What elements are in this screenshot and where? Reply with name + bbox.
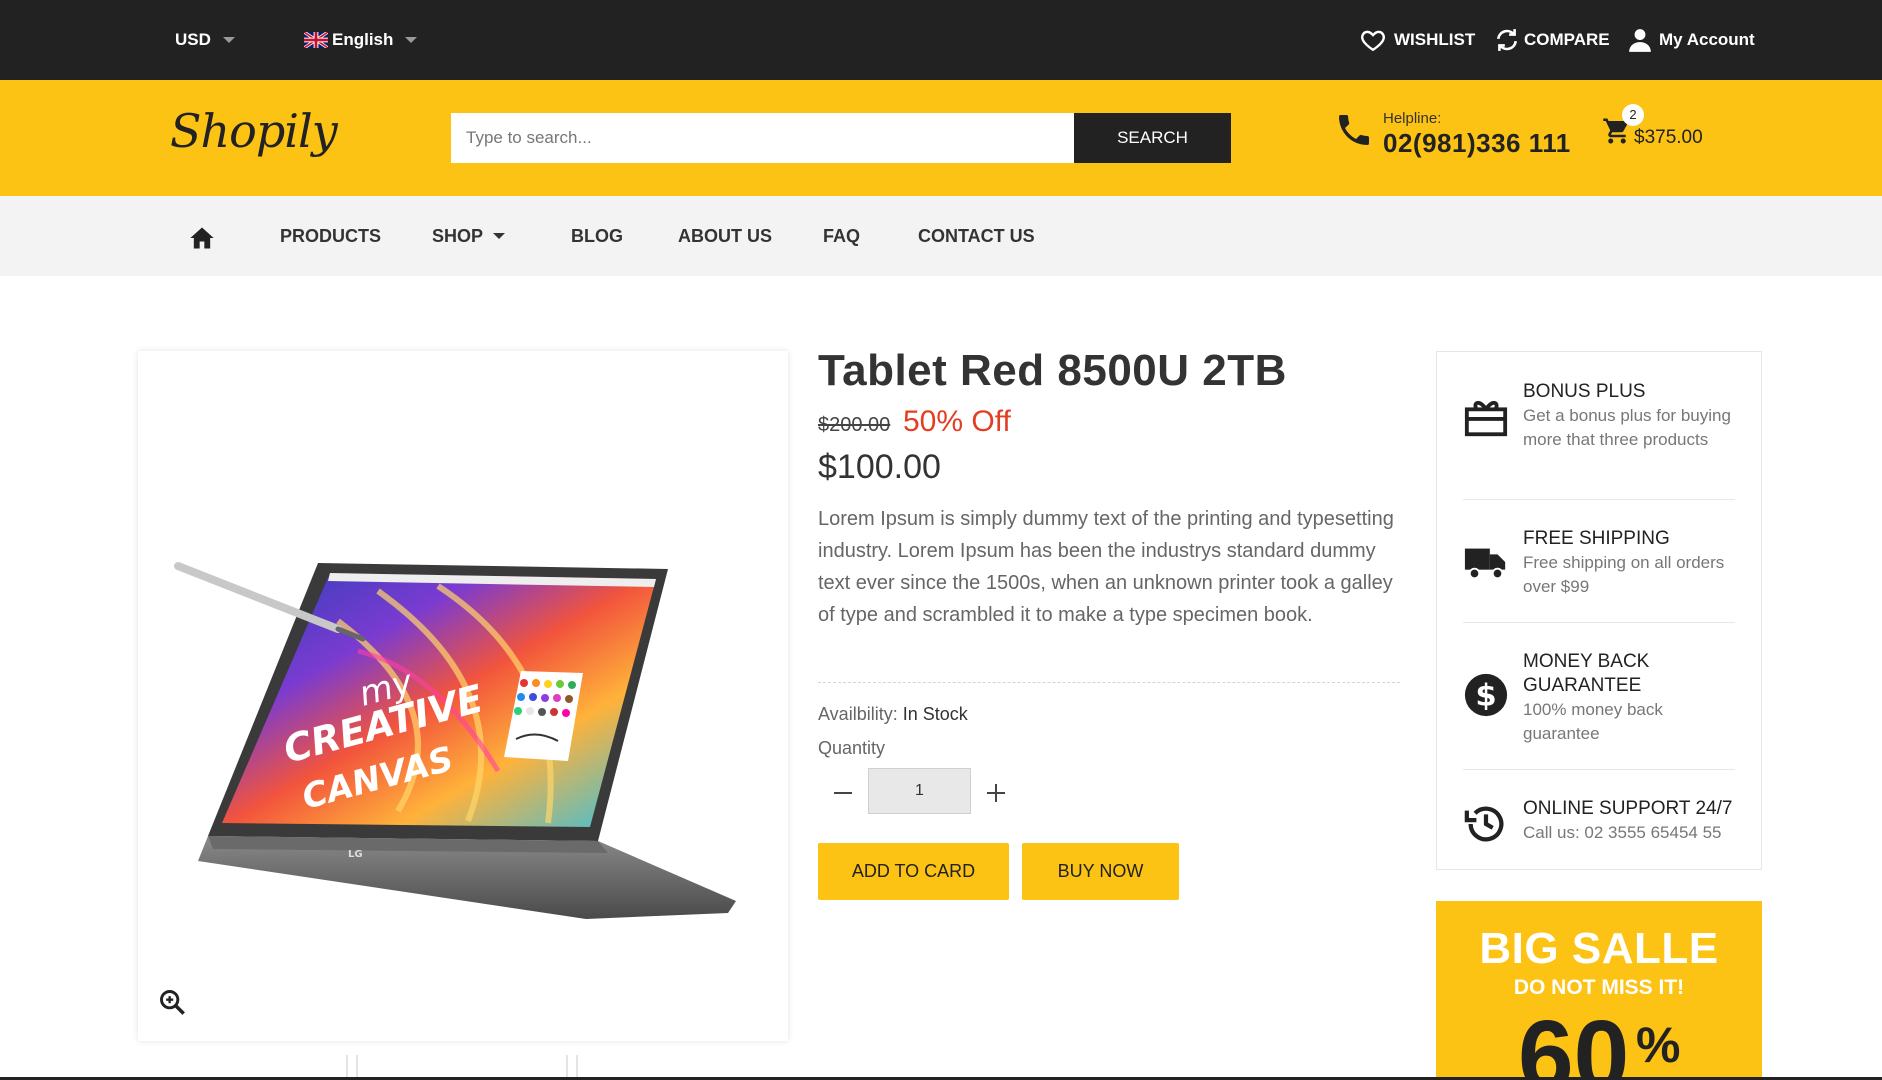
logo[interactable]: Shopily — [170, 104, 338, 158]
product-image-panel: my CREATIVE CANVAS LG — [138, 351, 788, 1041]
helpline-label: Helpline: — [1383, 110, 1442, 127]
nav-label: CONTACT US — [918, 225, 1035, 246]
heart-icon — [1361, 30, 1385, 52]
feature-text: Call us: 02 3555 65454 55 — [1523, 823, 1722, 842]
account-link[interactable]: My Account — [1627, 0, 1755, 80]
features-panel: BONUS PLUS Get a bonus plus for buying m… — [1436, 351, 1762, 870]
nav-label: PRODUCTS — [280, 225, 382, 246]
nav-item-products[interactable]: PRODUCTS — [280, 196, 381, 276]
language-selector[interactable]: English — [304, 0, 418, 80]
quantity-input[interactable] — [868, 768, 971, 814]
minus-icon — [834, 792, 852, 794]
nav-item-faq[interactable]: FAQ — [823, 196, 860, 276]
availability: Availbility: In Stock — [818, 704, 968, 725]
compare-label: COMPARE — [1524, 30, 1610, 49]
nav-label: SHOP — [432, 225, 484, 246]
chevron-down-icon — [405, 37, 418, 43]
cart-count-badge: 2 — [1622, 104, 1644, 126]
svg-text:$: $ — [1475, 679, 1496, 714]
account-label: My Account — [1659, 30, 1755, 49]
sale-title: BIG SALLE — [1479, 924, 1719, 973]
nav-label: ABOUT US — [678, 225, 772, 246]
add-to-cart-button[interactable]: ADD TO CARD — [818, 843, 1009, 900]
feature-text: Free shipping on all orders over $99 — [1523, 553, 1725, 596]
sale-subtitle: DO NOT MISS IT! — [1513, 976, 1685, 999]
plus-icon — [987, 784, 1005, 802]
main-nav: PRODUCTS SHOP BLOG ABOUT US FAQ CONTACT … — [0, 196, 1882, 276]
sync-icon — [1497, 29, 1517, 51]
currency-label: USD — [175, 30, 211, 49]
header: Shopily SEARCH Helpline: 02(981)336 111 … — [0, 80, 1882, 196]
user-icon — [1629, 29, 1651, 52]
nav-label: BLOG — [571, 225, 623, 246]
gift-icon — [1464, 400, 1508, 437]
search-button[interactable]: SEARCH — [1074, 113, 1231, 163]
product-description: Lorem Ipsum is simply dummy text of the … — [818, 508, 1394, 626]
compare-link[interactable]: COMPARE — [1494, 0, 1610, 80]
divider — [1463, 622, 1735, 623]
zoom-in-icon[interactable] — [158, 988, 186, 1016]
sale-percent-sign: % — [1636, 1017, 1681, 1073]
divider — [818, 682, 1400, 683]
feature-bonus-plus: BONUS PLUS Get a bonus plus for buying m… — [1463, 380, 1735, 480]
nav-label: FAQ — [823, 225, 861, 246]
home-icon[interactable] — [188, 224, 216, 252]
quantity-label: Quantity — [818, 738, 886, 758]
feature-free-shipping: FREE SHIPPING Free shipping on all order… — [1463, 527, 1735, 607]
wishlist-label: WISHLIST — [1394, 30, 1476, 49]
phone-icon — [1339, 115, 1369, 145]
currency-selector[interactable]: USD — [175, 0, 235, 80]
product-title: Tablet Red 8500U 2TB — [818, 346, 1287, 395]
search-input[interactable] — [451, 113, 1074, 163]
feature-title: FREE SHIPPING — [1523, 528, 1670, 549]
old-price: $200.00 — [818, 414, 891, 436]
nav-item-shop[interactable]: SHOP — [432, 196, 506, 276]
language-label: English — [332, 30, 394, 49]
feature-title: BONUS PLUS — [1523, 381, 1646, 402]
quantity-increase-button[interactable] — [982, 775, 1010, 811]
availability-value: In Stock — [902, 704, 968, 724]
helpline-number[interactable]: 02(981)336 111 — [1383, 128, 1571, 159]
quantity-decrease-button[interactable] — [830, 775, 856, 811]
feature-title: MONEY BACK GUARANTEE — [1523, 651, 1650, 696]
sale-banner[interactable]: BIG SALLE DO NOT MISS IT! 60 % — [1436, 901, 1762, 1080]
cart-total[interactable]: $375.00 — [1634, 127, 1703, 149]
uk-flag-icon — [304, 32, 328, 48]
current-price: $100.00 — [818, 448, 941, 486]
top-bar: USD English WISHLIST COMPARE My Account — [0, 0, 1882, 80]
feature-text: Get a bonus plus for buying more that th… — [1523, 406, 1731, 449]
feature-title: ONLINE SUPPORT 24/7 — [1523, 798, 1733, 819]
feature-online-support: ONLINE SUPPORT 24/7 Call us: 02 3555 654… — [1463, 797, 1735, 857]
divider — [1463, 769, 1735, 770]
feature-text: 100% money back guarantee — [1523, 700, 1663, 743]
buy-now-button[interactable]: BUY NOW — [1022, 843, 1179, 900]
chevron-down-icon — [222, 37, 235, 43]
wishlist-link[interactable]: WISHLIST — [1360, 0, 1475, 80]
truck-icon — [1464, 548, 1506, 580]
availability-label: Availbility: — [818, 704, 898, 724]
chevron-down-icon — [493, 233, 506, 239]
history-icon — [1464, 806, 1504, 842]
discount-badge: 50% Off — [903, 405, 1011, 438]
dollar-icon: $ — [1464, 673, 1508, 717]
feature-money-back: $ MONEY BACK GUARANTEE 100% money back g… — [1463, 650, 1735, 750]
nav-item-contact-us[interactable]: CONTACT US — [918, 196, 1035, 276]
nav-item-about-us[interactable]: ABOUT US — [678, 196, 772, 276]
nav-item-blog[interactable]: BLOG — [571, 196, 623, 276]
brand-logo-text: LG — [348, 849, 363, 860]
product-image[interactable]: my CREATIVE CANVAS LG — [138, 391, 788, 951]
sale-percent: 60 — [1518, 1000, 1630, 1080]
divider — [1463, 499, 1735, 500]
